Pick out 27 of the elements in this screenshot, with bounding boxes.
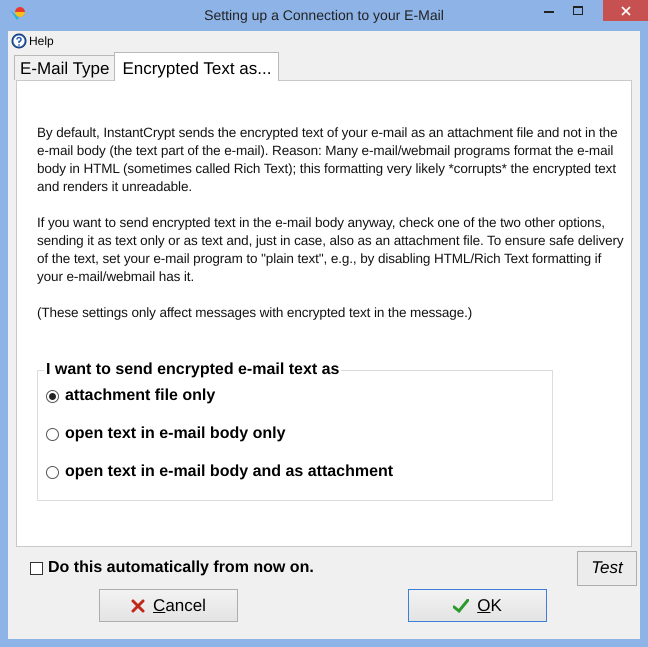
radio-option[interactable]: open text in e-mail body only <box>46 423 552 445</box>
close-icon <box>620 6 630 16</box>
window-title: Setting up a Connection to your E-Mail <box>204 6 444 25</box>
description-text: By default, InstantCrypt sends the encrypted text of your e-mail as an attachment file and not in the e-mail body (the text part of the e-mail). Reason: Many e-mail/webmail programs format the e-mail body in HTML (sometimes called Rich Text); this formatting very likely *corrupts* the encrypted text and renders it unreadable. <box>37 124 618 196</box>
help-menu[interactable]: Help <box>11 32 54 50</box>
minimize-icon[interactable] <box>544 11 554 14</box>
description-text: If you want to send encrypted text in the e-mail body anyway, check one of the two other options, sending it as text only or as text and, just in case, also as an attachment file. To ensure safe delivery of the text, set your e-mail program to "plain text", e.g., by disabling HTML/Rich Text formatting if your e-mail/webmail has it. <box>37 214 625 286</box>
radio-button[interactable] <box>46 390 59 402</box>
checkbox[interactable] <box>30 562 43 574</box>
close-button[interactable] <box>603 0 648 21</box>
checkmark-icon <box>453 598 470 612</box>
cross-icon <box>131 598 146 612</box>
help-icon <box>11 33 27 49</box>
test-button[interactable]: Test <box>577 550 637 586</box>
radio-option[interactable]: open text in e-mail body and as attachment <box>46 461 552 483</box>
description-text: (These settings only affect messages with encrypted text in the message.) <box>37 304 474 322</box>
maximize-icon[interactable] <box>573 6 583 15</box>
radio-button[interactable] <box>46 466 59 478</box>
tab[interactable]: E-Mail Type <box>14 55 114 80</box>
group-title: I want to send encrypted e-mail text as <box>44 360 342 380</box>
ok-button[interactable]: OK <box>408 589 547 622</box>
auto-checkbox-option[interactable]: Do this automatically from now on. <box>30 556 314 580</box>
cancel-button[interactable]: Cancel <box>99 589 238 622</box>
radio-button[interactable] <box>46 428 59 440</box>
radio-option[interactable]: attachment file only <box>46 385 552 407</box>
app-icon <box>9 6 27 22</box>
tab[interactable]: Encrypted Text as... <box>114 52 280 81</box>
